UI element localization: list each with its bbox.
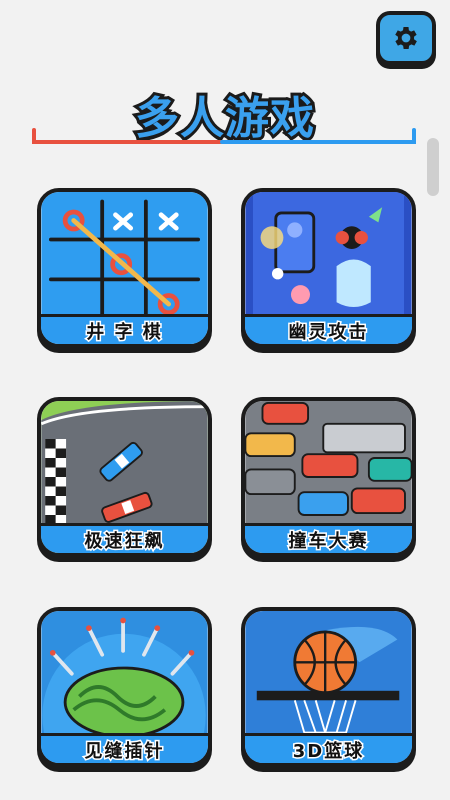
- game-card-racing[interactable]: 极速狂飙: [37, 397, 212, 557]
- game-card-ghost-attack[interactable]: 幽灵攻击: [241, 188, 416, 348]
- settings-button[interactable]: [376, 11, 436, 65]
- scrollbar[interactable]: [427, 138, 439, 196]
- game-label: 井 字 棋: [41, 314, 208, 344]
- game-label: 撞车大赛: [245, 523, 412, 553]
- gear-icon: [395, 27, 417, 49]
- game-card-basketball[interactable]: 3D篮球: [241, 607, 416, 767]
- title-underline: [32, 128, 416, 144]
- game-card-knife-watermelon[interactable]: 见缝插针: [37, 607, 212, 767]
- game-label: 3D篮球: [245, 733, 412, 763]
- game-label: 幽灵攻击: [245, 314, 412, 344]
- game-label: 极速狂飙: [41, 523, 208, 553]
- game-label: 见缝插针: [41, 733, 208, 763]
- game-card-car-crash[interactable]: 撞车大赛: [241, 397, 416, 557]
- game-card-tic-tac-toe[interactable]: 井 字 棋: [37, 188, 212, 348]
